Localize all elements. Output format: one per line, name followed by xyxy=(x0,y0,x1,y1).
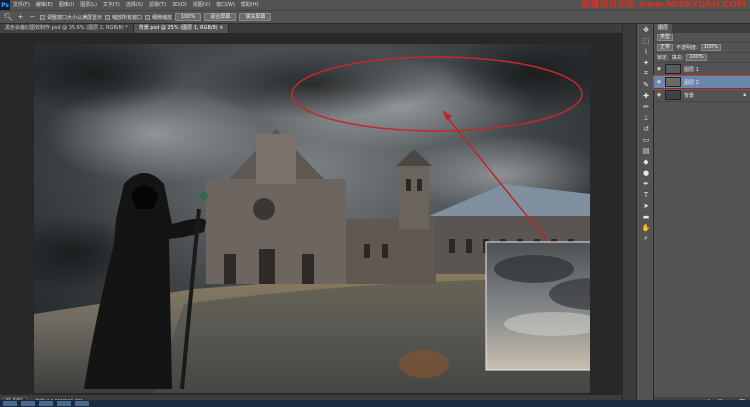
layers-filter-row: 类型 xyxy=(654,33,750,43)
menu-filter[interactable]: 滤镜(T) xyxy=(146,0,169,10)
pen-tool-icon[interactable]: ✒ xyxy=(637,178,655,189)
shape-tool-icon[interactable]: ▬ xyxy=(637,211,655,222)
zoom-out-icon[interactable]: − xyxy=(28,13,37,22)
magic-wand-tool-icon[interactable]: ✦ xyxy=(637,57,655,68)
lock-icon: 🔒︎ xyxy=(743,92,746,98)
zoom-tool-panel-icon[interactable]: ⌕ xyxy=(637,233,655,244)
app-logo: Ps xyxy=(0,0,10,10)
layers-blend-row: 正常 不透明度: 100% xyxy=(654,43,750,53)
options-bar: 🔍︎ + − 调整窗口大小以满屏显示 缩放所有窗口 细微缩放 100% 适合屏幕… xyxy=(0,10,750,24)
tab-layers[interactable]: 图层 xyxy=(654,24,673,33)
zoom-all-windows-checkbox[interactable]: 缩放所有窗口 xyxy=(105,14,142,21)
layer-thumbnail xyxy=(665,90,681,100)
resize-windows-checkbox[interactable]: 调整窗口大小以满屏显示 xyxy=(40,14,102,21)
artwork xyxy=(34,44,590,393)
layers-lock-row: 锁定: 填充: 100% xyxy=(654,53,750,63)
tab-document-sky[interactable]: 背景.psd @ 25% (图层 1, RGB/8) × xyxy=(133,24,230,33)
taskbar-app[interactable] xyxy=(3,401,17,406)
left-dock xyxy=(0,33,34,395)
menu-file[interactable]: 文件(F) xyxy=(10,0,33,10)
layer-name: 图层 2 xyxy=(684,79,699,86)
menu-image[interactable]: 图像(I) xyxy=(56,0,77,10)
zoom-tool-icon[interactable]: 🔍︎ xyxy=(4,13,13,22)
crop-tool-icon[interactable]: ⌗ xyxy=(637,68,655,79)
checkbox-box xyxy=(105,14,111,20)
dodge-tool-icon[interactable]: ● xyxy=(637,167,655,178)
layer-thumbnail xyxy=(665,64,681,74)
healing-tool-icon[interactable]: ✚ xyxy=(637,90,655,101)
layer-row-selected[interactable]: ◉ 图层 2 xyxy=(653,75,750,90)
watermark: 思缘设计论坛 www.MISSYUAN.COM xyxy=(582,0,746,10)
photoshop-window: Ps 文件(F) 编辑(E) 图像(I) 图层(L) 文字(Y) 选择(S) 滤… xyxy=(0,0,750,407)
path-select-tool-icon[interactable]: ➤ xyxy=(637,200,655,211)
document-tabs: 黑色会魔幻图效制作.psd @ 35.6% (图层 2, RGB/8) * 背景… xyxy=(0,24,622,33)
blur-tool-icon[interactable]: ◆ xyxy=(637,156,655,167)
menu-edit[interactable]: 编辑(E) xyxy=(33,0,56,10)
brush-tool-icon[interactable]: ✏ xyxy=(637,101,655,112)
watermark-site: www.MISSYUAN.COM xyxy=(638,0,746,10)
layer-kind-filter[interactable]: 类型 xyxy=(657,34,674,41)
gradient-tool-icon[interactable]: ▤ xyxy=(637,145,655,156)
menu-layer[interactable]: 图层(L) xyxy=(77,0,100,10)
lasso-tool-icon[interactable]: ⌇ xyxy=(637,46,655,57)
visibility-eye-icon[interactable]: ◉ xyxy=(656,92,662,98)
menu-bar: Ps 文件(F) 编辑(E) 图像(I) 图层(L) 文字(Y) 选择(S) 滤… xyxy=(0,0,750,10)
eraser-tool-icon[interactable]: ▭ xyxy=(637,134,655,145)
scrubby-zoom-checkbox[interactable]: 细微缩放 xyxy=(145,14,172,21)
layer-row[interactable]: ◉ 背景 🔒︎ xyxy=(654,89,750,102)
blend-mode-select[interactable]: 正常 xyxy=(657,44,674,51)
layers-panel: 图层 类型 正常 不透明度: 100% 锁定: 填充: 100% ◉ 图层 1 … xyxy=(653,24,750,407)
layers-panel-tabs: 图层 xyxy=(654,24,750,33)
eyedropper-tool-icon[interactable]: ✎ xyxy=(637,79,655,90)
menu-help[interactable]: 帮助(H) xyxy=(238,0,262,10)
stamp-tool-icon[interactable]: ⊥ xyxy=(637,112,655,123)
document-canvas[interactable] xyxy=(34,44,590,393)
zoom-in-icon[interactable]: + xyxy=(16,13,25,22)
zoom-all-label: 缩放所有窗口 xyxy=(112,14,143,21)
taskbar-app[interactable] xyxy=(21,401,35,406)
visibility-eye-icon[interactable]: ◉ xyxy=(656,66,662,72)
menu-select[interactable]: 选择(S) xyxy=(123,0,146,10)
collapsed-panels xyxy=(622,24,636,407)
inset-sky-photo xyxy=(485,241,590,371)
layer-name: 背景 xyxy=(684,92,695,99)
checkbox-box xyxy=(145,14,151,20)
taskbar-app[interactable] xyxy=(57,401,71,406)
tools-panel: ✥ ⬚ ⌇ ✦ ⌗ ✎ ✚ ✏ ⊥ ↺ ▭ ▤ ◆ ● ✒ T ➤ ▬ ✋ ⌕ xyxy=(636,24,654,407)
fill-field[interactable]: 100% xyxy=(686,54,707,61)
hand-tool-icon[interactable]: ✋ xyxy=(637,222,655,233)
menu-type[interactable]: 文字(Y) xyxy=(100,0,123,10)
opacity-field[interactable]: 100% xyxy=(700,44,721,51)
os-taskbar xyxy=(0,400,750,407)
history-brush-icon[interactable]: ↺ xyxy=(637,123,655,134)
scrubby-zoom-label: 细微缩放 xyxy=(152,14,173,21)
type-tool-icon[interactable]: T xyxy=(637,189,655,200)
taskbar-app[interactable] xyxy=(75,401,89,406)
fill-label: 填充: xyxy=(671,55,684,61)
checkbox-box xyxy=(40,14,45,20)
menu-window[interactable]: 窗口(W) xyxy=(213,0,238,10)
layer-name: 图层 1 xyxy=(684,66,699,73)
marquee-tool-icon[interactable]: ⬚ xyxy=(637,35,655,46)
layer-thumbnail xyxy=(665,77,681,87)
visibility-eye-icon[interactable]: ◉ xyxy=(656,79,662,85)
layer-row[interactable]: ◉ 图层 1 xyxy=(654,63,750,76)
zoom-100-button[interactable]: 100% xyxy=(175,13,202,21)
menu-view[interactable]: 视图(V) xyxy=(190,0,213,10)
resize-windows-label: 调整窗口大小以满屏显示 xyxy=(47,14,103,21)
watermark-brand: 思缘设计论坛 xyxy=(581,0,636,10)
fit-screen-button[interactable]: 适合屏幕 xyxy=(204,13,237,21)
lock-label: 锁定: xyxy=(657,55,669,61)
taskbar-app[interactable] xyxy=(39,401,53,406)
fill-screen-button[interactable]: 填充屏幕 xyxy=(239,13,272,21)
opacity-label: 不透明度: xyxy=(676,45,698,51)
move-tool-icon[interactable]: ✥ xyxy=(637,24,655,35)
menu-3d[interactable]: 3D(D) xyxy=(169,0,190,10)
tab-document-main[interactable]: 黑色会魔幻图效制作.psd @ 35.6% (图层 2, RGB/8) * xyxy=(0,24,134,33)
